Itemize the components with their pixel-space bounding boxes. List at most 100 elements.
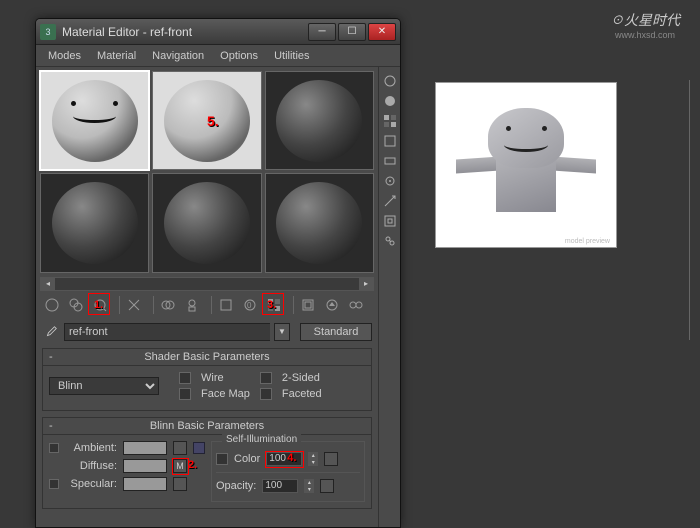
show-end-result-button[interactable]	[298, 295, 318, 315]
specular-map-button[interactable]	[173, 477, 187, 491]
specular-label: Specular:	[65, 478, 117, 490]
opacity-label: Opacity:	[216, 480, 256, 492]
toolbar-separator	[114, 296, 120, 314]
divider-line	[689, 80, 690, 340]
diffuse-swatch[interactable]	[123, 459, 167, 473]
maximize-button[interactable]: ☐	[338, 23, 366, 41]
specular-lock[interactable]	[49, 479, 59, 489]
backlight-button[interactable]	[382, 93, 398, 109]
annotation-4: 4.	[287, 452, 296, 464]
scroll-left-button[interactable]: ◂	[41, 278, 55, 290]
material-editor-window: 3 Material Editor - ref-front ─ ☐ ✕ Mode…	[35, 18, 401, 528]
annotation-3: 3.	[267, 299, 276, 311]
specular-swatch[interactable]	[123, 477, 167, 491]
annotation-1: 1.	[94, 299, 103, 311]
watermark-main: ☉火星时代	[610, 12, 680, 28]
window-title: Material Editor - ref-front	[62, 25, 308, 39]
material-name-dropdown[interactable]: ▼	[274, 323, 290, 341]
material-toolbar: 1. 0 3.	[40, 291, 374, 319]
spin-down[interactable]: ▾	[308, 459, 318, 466]
background-button[interactable]	[382, 113, 398, 129]
menubar: Modes Material Navigation Options Utilit…	[36, 45, 400, 67]
sample-slot-3[interactable]	[265, 71, 374, 170]
assign-to-selection-button[interactable]: 1.	[90, 295, 110, 315]
menu-modes[interactable]: Modes	[40, 48, 89, 64]
video-check-button[interactable]	[382, 153, 398, 169]
sample-slot-1[interactable]	[40, 71, 149, 170]
go-parent-button[interactable]	[322, 295, 342, 315]
ambient-diffuse-lock[interactable]	[193, 442, 205, 454]
spin-down[interactable]: ▾	[304, 486, 314, 493]
material-id-button[interactable]: 0	[240, 295, 260, 315]
material-type-button[interactable]: Standard	[300, 323, 372, 341]
put-material-button[interactable]	[66, 295, 86, 315]
close-button[interactable]: ✕	[368, 23, 396, 41]
rollout-header-shader[interactable]: - Shader Basic Parameters	[43, 349, 371, 366]
make-copy-button[interactable]	[158, 295, 178, 315]
reset-map-button[interactable]	[124, 295, 144, 315]
menu-options[interactable]: Options	[212, 48, 266, 64]
sample-slot-6[interactable]	[265, 173, 374, 272]
material-name-input[interactable]	[64, 323, 270, 341]
get-material-button[interactable]	[42, 295, 62, 315]
annotation-5: 5.	[207, 113, 219, 129]
sample-slot-5[interactable]	[152, 173, 261, 272]
app-icon: 3	[40, 24, 56, 40]
self-illum-group-label: Self-Illumination	[222, 434, 301, 445]
viewport-caption: model preview	[565, 238, 610, 245]
select-by-material-button[interactable]	[382, 213, 398, 229]
toolbar-separator	[148, 296, 154, 314]
menu-navigation[interactable]: Navigation	[144, 48, 212, 64]
svg-text:0: 0	[247, 301, 252, 310]
twosided-label: 2-Sided	[282, 372, 322, 384]
self-illum-map-button[interactable]	[324, 452, 338, 466]
eyedropper-button[interactable]	[42, 323, 60, 341]
self-illum-value[interactable]: 100 4.	[266, 452, 302, 466]
side-toolbar	[378, 67, 400, 527]
material-map-navigator-button[interactable]	[382, 233, 398, 249]
put-to-library-button[interactable]	[216, 295, 236, 315]
diffuse-map-button[interactable]: M 2.	[173, 459, 187, 473]
annotation-2: 2.	[188, 459, 197, 471]
scroll-right-button[interactable]: ▸	[359, 278, 373, 290]
toolbar-separator	[288, 296, 294, 314]
slot-scrollbar[interactable]: ◂ ▸	[40, 277, 374, 291]
go-sibling-button[interactable]	[346, 295, 366, 315]
sample-slot-4[interactable]	[40, 173, 149, 272]
spin-up[interactable]: ▴	[304, 479, 314, 486]
spin-up[interactable]: ▴	[308, 452, 318, 459]
sample-slot-2[interactable]: 5.	[152, 71, 261, 170]
opacity-value[interactable]: 100	[262, 479, 298, 493]
facemap-checkbox[interactable]	[179, 388, 191, 400]
shader-type-select[interactable]: Blinn	[49, 377, 159, 395]
toolbar-separator	[206, 296, 212, 314]
titlebar[interactable]: 3 Material Editor - ref-front ─ ☐ ✕	[36, 19, 400, 45]
rollout-title: Blinn Basic Parameters	[150, 420, 264, 432]
make-preview-button[interactable]	[382, 173, 398, 189]
make-unique-button[interactable]	[182, 295, 202, 315]
opacity-map-button[interactable]	[320, 479, 334, 493]
options-button[interactable]	[382, 193, 398, 209]
twosided-checkbox[interactable]	[260, 372, 272, 384]
sample-uv-button[interactable]	[382, 133, 398, 149]
facemap-label: Face Map	[201, 388, 250, 400]
minimize-button[interactable]: ─	[308, 23, 336, 41]
menu-utilities[interactable]: Utilities	[266, 48, 317, 64]
watermark: ☉火星时代 www.hxsd.com	[610, 10, 680, 40]
diffuse-label: Diffuse:	[65, 460, 117, 472]
faceted-checkbox[interactable]	[260, 388, 272, 400]
ambient-map-button[interactable]	[173, 441, 187, 455]
self-illum-color-checkbox[interactable]	[216, 453, 228, 465]
sample-type-button[interactable]	[382, 73, 398, 89]
wire-label: Wire	[201, 372, 250, 384]
viewport-preview: model preview	[435, 82, 617, 248]
self-illum-color-label: Color	[234, 453, 260, 465]
rollout-header-blinn[interactable]: - Blinn Basic Parameters	[43, 418, 371, 435]
rollout-shader-basic: - Shader Basic Parameters Blinn Wire 2-S…	[42, 348, 372, 411]
ambient-lock[interactable]	[49, 443, 59, 453]
menu-material[interactable]: Material	[89, 48, 144, 64]
ambient-swatch[interactable]	[123, 441, 167, 455]
show-map-button[interactable]: 3.	[264, 295, 284, 315]
watermark-sub: www.hxsd.com	[610, 30, 680, 40]
wire-checkbox[interactable]	[179, 372, 191, 384]
